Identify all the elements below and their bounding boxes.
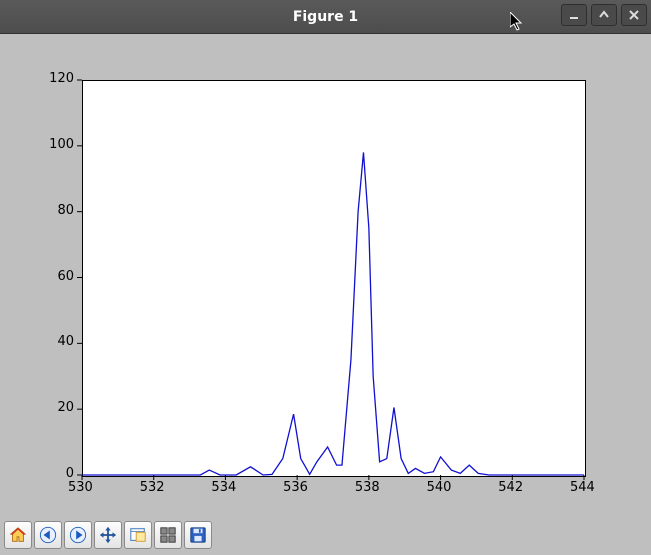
subplots-icon [159, 526, 177, 544]
zoom-icon [129, 526, 147, 544]
y-tick-label: 100 [44, 137, 74, 152]
home-icon [9, 526, 27, 544]
window: Figure 1 5305325345365385405425440204060… [0, 0, 651, 555]
x-tick-label: 530 [68, 480, 93, 495]
y-tick-label: 80 [44, 203, 74, 218]
x-tick-label: 540 [427, 480, 452, 495]
pan-icon [99, 526, 117, 544]
y-tick-label: 20 [44, 400, 74, 415]
save-button[interactable] [184, 521, 212, 549]
x-tick-label: 542 [498, 480, 523, 495]
y-tick-label: 40 [44, 334, 74, 349]
nav-toolbar [4, 521, 212, 551]
x-tick-label: 534 [211, 480, 236, 495]
data-line [82, 152, 584, 475]
line-plot [0, 0, 651, 488]
x-tick-label: 536 [283, 480, 308, 495]
figure-canvas[interactable]: 530532534536538540542544020406080100120 [0, 0, 651, 488]
back-arrow-icon [39, 526, 57, 544]
back-button[interactable] [34, 521, 62, 549]
pan-button[interactable] [94, 521, 122, 549]
y-tick-label: 120 [44, 71, 74, 86]
x-tick-label: 538 [355, 480, 380, 495]
y-tick-label: 0 [44, 466, 74, 481]
home-button[interactable] [4, 521, 32, 549]
forward-button[interactable] [64, 521, 92, 549]
save-icon [189, 526, 207, 544]
subplots-button[interactable] [154, 521, 182, 549]
zoom-button[interactable] [124, 521, 152, 549]
x-tick-label: 544 [570, 480, 595, 495]
x-tick-label: 532 [140, 480, 165, 495]
y-tick-label: 60 [44, 269, 74, 284]
forward-arrow-icon [69, 526, 87, 544]
